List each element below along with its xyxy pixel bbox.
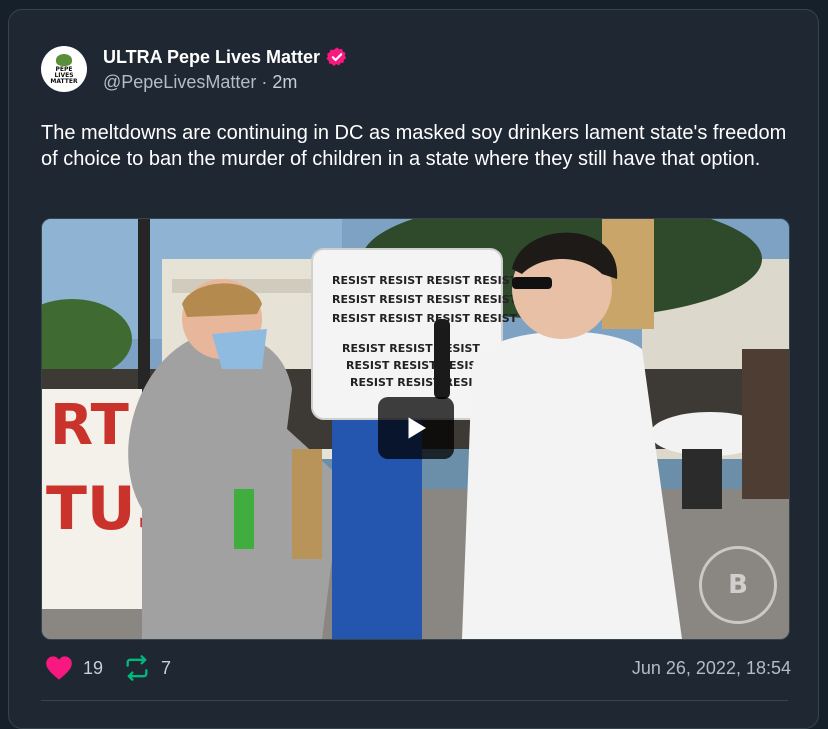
retweet-button[interactable]: 7 bbox=[123, 655, 171, 681]
resist-line-4: RESIST RESIST RESIST bbox=[342, 342, 480, 355]
avatar[interactable]: PEPE LIVES MATTER bbox=[41, 46, 87, 92]
separator: · bbox=[261, 72, 268, 92]
video-player[interactable]: RT TUS RESIST RESIST RESIST RESIST RESIS… bbox=[41, 218, 790, 640]
tweet-footer: 19 7 Jun 26, 2022, 18:54 bbox=[41, 655, 791, 685]
handle-row: @PepeLivesMatter · 2m bbox=[103, 72, 297, 93]
avatar-text: PEPE LIVES MATTER bbox=[50, 65, 78, 85]
like-button[interactable]: 19 bbox=[45, 655, 103, 681]
tweet-time-ago[interactable]: 2m bbox=[272, 72, 297, 92]
heart-icon bbox=[46, 656, 72, 680]
play-icon bbox=[408, 417, 426, 439]
resist-line-5: RESIST RESIST RESIST bbox=[346, 359, 484, 372]
author-name-row: ULTRA Pepe Lives Matter bbox=[103, 46, 348, 68]
resist-line-6: RESIST RESIST RESIST bbox=[350, 376, 488, 389]
retweet-count: 7 bbox=[161, 657, 172, 678]
watermark-logo: B bbox=[699, 546, 777, 624]
like-count: 19 bbox=[83, 657, 104, 678]
play-button[interactable] bbox=[378, 397, 454, 459]
frog-icon bbox=[56, 53, 72, 66]
resist-line-2: RESIST RESIST RESIST RESIST bbox=[332, 293, 518, 306]
left-sign-line-1: RT bbox=[50, 393, 129, 458]
tweet-card: PEPE LIVES MATTER ULTRA Pepe Lives Matte… bbox=[8, 9, 819, 729]
verified-badge-icon bbox=[326, 46, 348, 68]
divider bbox=[41, 700, 788, 701]
author-display-name[interactable]: ULTRA Pepe Lives Matter bbox=[103, 47, 320, 68]
author-handle[interactable]: @PepeLivesMatter bbox=[103, 72, 256, 92]
resist-line-3: RESIST RESIST RESIST RESIST bbox=[332, 312, 518, 325]
retweet-icon bbox=[126, 655, 148, 681]
tweet-date[interactable]: Jun 26, 2022, 18:54 bbox=[632, 658, 791, 679]
resist-line-1: RESIST RESIST RESIST RESIST bbox=[332, 274, 518, 287]
tweet-text: The meltdowns are continuing in DC as ma… bbox=[41, 122, 787, 170]
